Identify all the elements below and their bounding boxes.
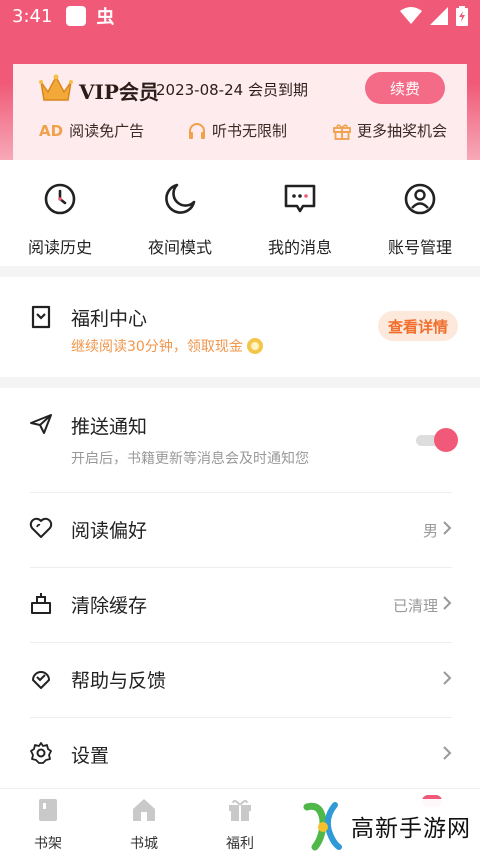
setting-title: 帮助与反馈: [71, 670, 167, 692]
feature-lottery: 更多抽奖机会: [333, 120, 447, 141]
tab-label: 书城: [130, 836, 158, 852]
battery-icon: [456, 6, 468, 26]
store-icon: [133, 799, 155, 821]
vip-title: VIP会员: [79, 80, 159, 104]
welfare-title: 福利中心: [71, 308, 148, 330]
view-details-button[interactable]: 查看详情: [378, 311, 458, 341]
quick-label: 阅读历史: [27, 238, 92, 257]
status-icons: [400, 6, 468, 26]
tab-welfare[interactable]: 福利: [192, 797, 288, 853]
chevron-right-icon: [443, 596, 452, 610]
quick-label: 夜间模式: [147, 238, 212, 257]
feature-no-ads: AD 阅读免广告: [39, 120, 144, 141]
status-bar: 3:41 虫: [0, 0, 480, 32]
tab-label: 福利: [226, 836, 254, 852]
cleaner-icon: [31, 593, 51, 614]
gift-icon: [333, 123, 351, 140]
setting-help-feedback[interactable]: 帮助与反馈: [0, 642, 480, 717]
vip-card[interactable]: VIP会员 2023-08-24 会员到期 续费 AD 阅读免广告 听书无限制 …: [13, 64, 467, 160]
vip-expire-text: 2023-08-24 会员到期: [156, 81, 308, 99]
setting-settings[interactable]: 设置: [0, 717, 480, 792]
chevron-right-icon: [443, 671, 452, 685]
chevron-right-icon: [443, 521, 452, 535]
tab-bookstore[interactable]: 书城: [96, 797, 192, 853]
setting-reading-preference[interactable]: 阅读偏好 男: [0, 492, 480, 567]
quick-label: 我的消息: [267, 238, 332, 257]
account-icon: [404, 183, 436, 215]
setting-subtitle: 开启后，书籍更新等消息会及时通知您: [71, 451, 309, 467]
push-toggle[interactable]: [416, 428, 458, 452]
quick-my-messages[interactable]: 我的消息: [240, 182, 360, 258]
app-notification-icon: [66, 6, 87, 26]
gift-icon: [229, 799, 251, 821]
help-icon: [32, 671, 50, 689]
quick-actions: 阅读历史 夜间模式 我的消息 账号管理: [0, 160, 480, 266]
signal-icon: [430, 7, 448, 25]
setting-push-notification: 推送通知 开启后，书籍更新等消息会及时通知您: [0, 388, 480, 492]
welfare-icon: [31, 305, 51, 329]
watermark-logo: [303, 802, 342, 851]
welfare-subtitle: 继续阅读30分钟，领取现金: [71, 336, 263, 356]
wifi-icon: [400, 7, 422, 24]
message-icon: [284, 184, 316, 213]
setting-title: 推送通知: [71, 416, 148, 438]
quick-label: 账号管理: [387, 238, 452, 257]
book-icon: [39, 799, 57, 821]
quick-night-mode[interactable]: 夜间模式: [120, 182, 240, 258]
welfare-subtitle-text: 继续阅读30分钟，领取现金: [71, 339, 243, 355]
setting-value: 男: [422, 522, 438, 540]
ad-icon: AD: [39, 121, 64, 140]
watermark: 高新手游网: [295, 799, 480, 853]
welfare-center[interactable]: 福利中心 继续阅读30分钟，领取现金 查看详情: [0, 277, 480, 377]
feature-label: 阅读免广告: [69, 122, 145, 140]
feature-label: 听书无限制: [212, 122, 288, 140]
setting-value: 已清理: [392, 597, 438, 615]
tab-bookshelf[interactable]: 书架: [0, 797, 96, 853]
setting-title: 设置: [71, 745, 110, 767]
status-time: 3:41: [12, 5, 53, 27]
crown-icon: [39, 74, 73, 101]
headphones-icon: [189, 122, 205, 139]
send-icon: [30, 414, 52, 434]
tab-label: 书架: [34, 836, 62, 852]
renew-button[interactable]: 续费: [365, 72, 445, 104]
settings-list: 推送通知 开启后，书籍更新等消息会及时通知您 阅读偏好 男 清除缓存 已清理 帮…: [0, 388, 480, 788]
watermark-text: 高新手游网: [351, 816, 471, 842]
heart-icon: [29, 517, 53, 538]
setting-clear-cache[interactable]: 清除缓存 已清理: [0, 567, 480, 642]
chevron-right-icon: [443, 746, 452, 760]
toggle-thumb: [434, 428, 458, 452]
coin-icon: [246, 338, 263, 354]
setting-title: 阅读偏好: [71, 520, 148, 542]
app-notification-icon-2: 虫: [96, 7, 115, 28]
quick-account-manage[interactable]: 账号管理: [360, 182, 480, 258]
setting-title: 清除缓存: [71, 595, 148, 617]
clock-icon: [44, 183, 76, 215]
quick-reading-history[interactable]: 阅读历史: [0, 182, 120, 258]
moon-icon: [165, 183, 196, 214]
feature-audiobook: 听书无限制: [188, 120, 287, 141]
gear-icon: [30, 742, 52, 764]
feature-label: 更多抽奖机会: [357, 122, 448, 140]
